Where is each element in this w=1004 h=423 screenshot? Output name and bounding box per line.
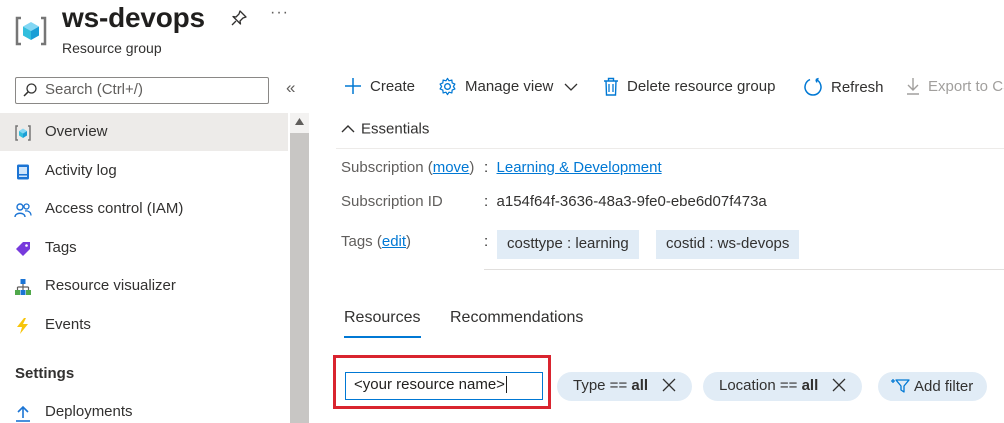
lightning-icon [17,318,28,334]
sidebar-scrollbar-thumb[interactable] [290,133,309,423]
filter-by-name-input[interactable]: <your resource name> [345,372,543,400]
essentials-toggle[interactable]: Essentials [341,120,429,138]
sidebar-item-label: Events [45,316,91,333]
delete-resource-group-button[interactable]: Delete resource group [603,77,775,103]
subscription-id-key: Subscription ID [341,193,443,210]
close-icon[interactable] [662,378,676,392]
people-icon [14,203,32,218]
tags-colon: : [484,233,489,250]
sidebar-section-settings: Settings [15,365,75,382]
trash-icon [604,77,618,96]
tags-key: Tags (edit) [341,233,412,250]
manage-view-button[interactable]: Manage view [438,77,578,103]
sidebar-item-events[interactable]: Events [0,306,288,344]
tag-chip[interactable]: costid : ws-devops [656,230,800,259]
divider [336,148,1004,149]
scroll-up-icon[interactable] [290,115,309,129]
sidebar-item-overview[interactable]: Overview [0,113,288,151]
search-icon [23,83,37,97]
sidebar-item-label: Overview [45,123,108,140]
subscription-move-link[interactable]: move [433,159,470,176]
download-icon [907,78,919,95]
more-options-button[interactable]: ··· [270,4,289,22]
sidebar-item-label: Access control (IAM) [45,200,184,217]
close-icon[interactable] [832,378,846,392]
sidebar-item-label: Resource visualizer [45,277,176,294]
add-filter-button[interactable]: Add filter [878,372,988,401]
resource-group-icon [15,16,47,46]
page-title: ws-devops [62,2,205,33]
upload-icon [16,405,30,422]
chevron-up-icon [341,125,355,133]
tag-chip[interactable]: costtype : learning [497,230,639,259]
gear-icon [439,77,456,96]
sidebar-item-label: Deployments [45,403,133,420]
sidebar-item-activity-log[interactable]: Activity log [0,152,288,190]
refresh-button[interactable]: Refresh [803,77,884,103]
hierarchy-icon [15,279,31,295]
chevron-down-icon [564,83,578,91]
tab-recommendations[interactable]: Recommendations [450,309,583,327]
sidebar-item-access-control[interactable]: Access control (IAM) [0,190,288,228]
create-button[interactable]: Create [344,77,415,103]
refresh-icon [804,77,822,96]
add-filter-icon [891,379,910,393]
location-filter-pill[interactable]: Location == all [703,372,863,401]
resource-group-icon [15,125,31,141]
subscription-key: Subscription (move) [341,159,475,176]
subscription-id-value: : a154f64f-3636-48a3-9fe0-ebe6d07f473a [484,193,767,210]
sidebar-item-tags[interactable]: Tags [0,229,288,267]
activity-log-icon [17,164,29,180]
plus-icon [345,78,361,95]
tag-icon [16,242,30,256]
sidebar-item-label: Activity log [45,162,117,179]
subscription-link[interactable]: Learning & Development [497,159,662,176]
sidebar-item-label: Tags [45,239,77,256]
sidebar-item-deployments[interactable]: Deployments [0,395,288,423]
sidebar-item-resource-visualizer[interactable]: Resource visualizer [0,267,288,305]
tab-selected-indicator [344,336,421,338]
tags-edit-link[interactable]: edit [382,233,406,250]
type-filter-pill[interactable]: Type == all [557,372,693,401]
pin-icon[interactable] [230,9,248,27]
tab-resources[interactable]: Resources [344,309,420,327]
divider [484,269,1004,270]
collapse-sidebar-button[interactable]: « [286,78,295,98]
search-placeholder: Search (Ctrl+/) [45,81,143,98]
page-subtitle: Resource group [62,40,162,56]
subscription-value: : Learning & Development [484,159,662,176]
export-to-csv-button[interactable]: Export to CSV [906,77,1004,103]
